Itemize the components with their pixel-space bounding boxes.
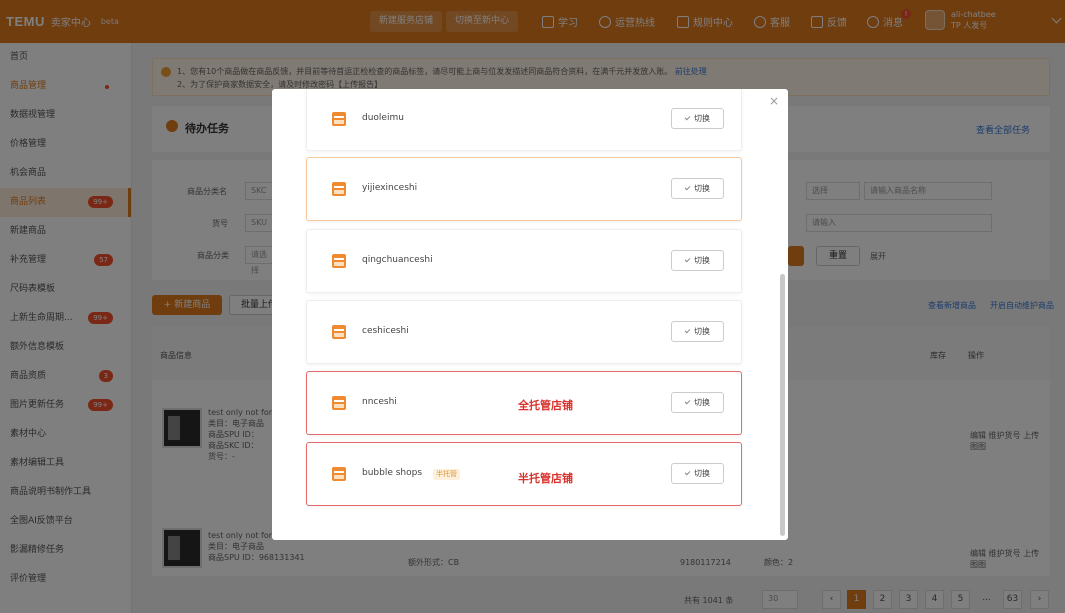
switch-label: 切换 [694, 327, 710, 336]
switch-icon [684, 184, 691, 191]
switch-shop-button[interactable]: 切换 [671, 108, 724, 129]
shop-name: ceshiceshi [362, 326, 409, 336]
switch-icon [684, 327, 691, 334]
shop-item: qingchuanceshi 切换 [306, 229, 742, 293]
shop-name: bubble shops [362, 468, 423, 478]
shop-name: qingchuanceshi [362, 255, 433, 265]
shop-item: ceshiceshi 切换 [306, 300, 742, 364]
switch-icon [684, 469, 691, 476]
shop-item: nnceshi 全托管店铺 切换 [306, 371, 742, 435]
switch-icon [684, 114, 691, 121]
shop-name: nnceshi [362, 397, 397, 407]
shop-icon [332, 396, 346, 410]
modal-scrollbar[interactable] [780, 274, 785, 536]
shop-icon [332, 254, 346, 268]
shop-tag: 半托管 [433, 469, 460, 480]
switch-icon [684, 398, 691, 405]
shop-annotation: 半托管店铺 [518, 472, 573, 485]
shop-item: bubble shops 半托管 半托管店铺 切换 [306, 442, 742, 506]
shop-icon [332, 325, 346, 339]
shop-icon [332, 467, 346, 481]
switch-shop-button[interactable]: 切换 [671, 178, 724, 199]
switch-label: 切换 [694, 114, 710, 123]
shop-icon [332, 182, 346, 196]
switch-shop-button[interactable]: 切换 [671, 321, 724, 342]
switch-icon [684, 256, 691, 263]
shop-icon [332, 112, 346, 126]
switch-label: 切换 [694, 184, 710, 193]
shop-annotation: 全托管店铺 [518, 399, 573, 412]
shop-name: yijiexinceshi [362, 183, 418, 193]
shop-item: yijiexinceshi 切换 [306, 157, 742, 221]
shop-name: duoleimu [362, 113, 404, 123]
switch-label: 切换 [694, 398, 710, 407]
switch-label: 切换 [694, 469, 710, 478]
switch-shop-modal: × duoleimu 切换 yijiexinceshi 切换 qingchuan… [272, 89, 788, 540]
switch-shop-button[interactable]: 切换 [671, 392, 724, 413]
shop-item: duoleimu 切换 [306, 89, 742, 151]
switch-shop-button[interactable]: 切换 [671, 463, 724, 484]
close-icon[interactable]: × [768, 95, 780, 107]
switch-label: 切换 [694, 256, 710, 265]
switch-shop-button[interactable]: 切换 [671, 250, 724, 271]
